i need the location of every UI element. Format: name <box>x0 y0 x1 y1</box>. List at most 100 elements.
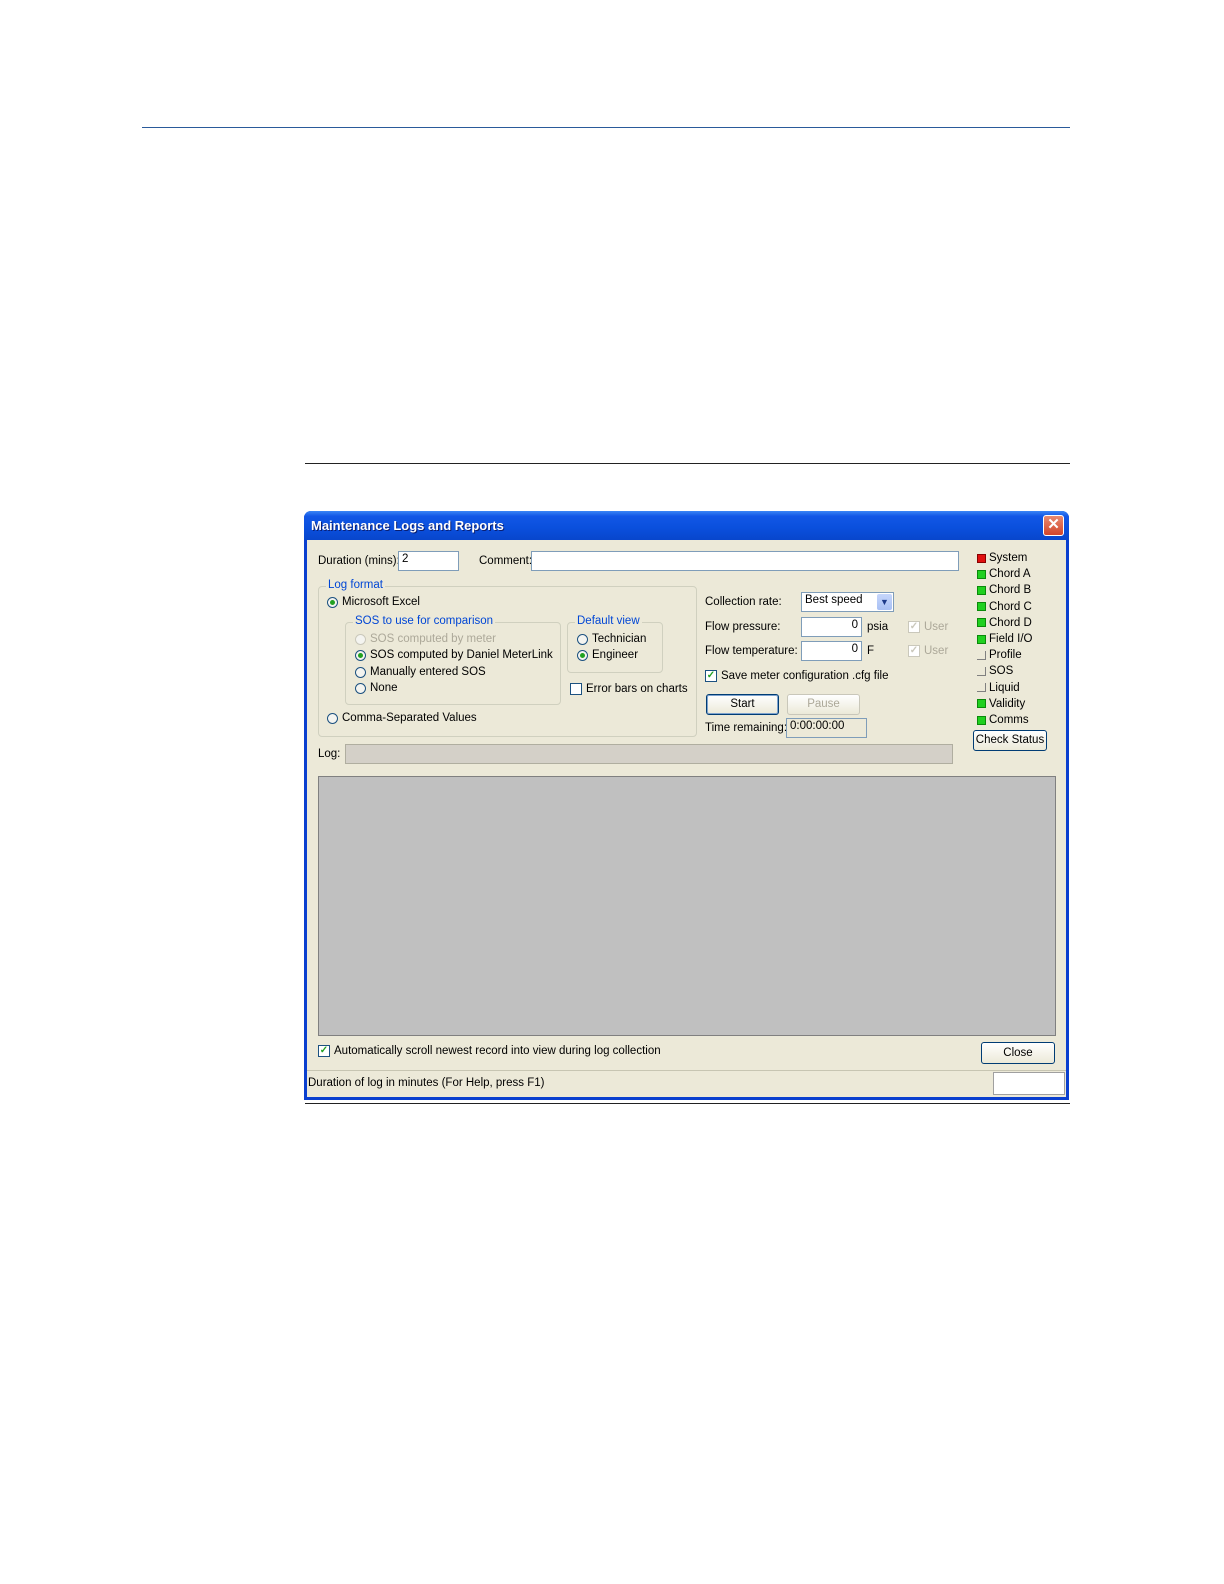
technician-label: Technician <box>592 633 647 645</box>
save-cfg-label: Save meter configuration .cfg file <box>721 670 889 682</box>
status-light-icon <box>977 683 986 693</box>
save-cfg-checkbox[interactable]: ✓ Save meter configuration .cfg file <box>705 670 888 682</box>
flow-temperature-input[interactable]: 0 <box>801 641 862 661</box>
header-rule <box>142 127 1070 128</box>
figure-top-rule <box>305 463 1070 464</box>
log-path-field <box>345 744 953 764</box>
chevron-down-icon[interactable]: ▼ <box>877 594 892 610</box>
status-indicator-label: Chord C <box>989 600 1032 613</box>
status-indicator-row: Chord B <box>977 584 1031 596</box>
check-status-button[interactable]: Check Status <box>973 730 1047 751</box>
radio-dot <box>355 649 366 661</box>
status-indicator-label: Profile <box>989 649 1022 662</box>
status-indicator-label: Validity <box>989 697 1026 710</box>
status-light-icon <box>977 569 986 579</box>
close-button[interactable]: Close <box>981 1042 1055 1064</box>
temperature-user-label: User <box>924 645 949 657</box>
sos-by-meterlink-radio[interactable]: SOS computed by Daniel MeterLink <box>355 649 553 661</box>
autoscroll-checkbox[interactable]: ✓ Automatically scroll newest record int… <box>318 1045 661 1057</box>
status-indicator-label: Chord D <box>989 616 1032 629</box>
engineer-label: Engineer <box>592 649 639 661</box>
radio-dot <box>355 633 366 645</box>
status-light-icon <box>977 650 986 660</box>
dialog-client-area: Duration (mins): 2 Comment: Log format M… <box>307 540 1066 1097</box>
status-indicator-row: Chord A <box>977 568 1031 580</box>
status-indicator-row: SOS <box>977 665 1013 677</box>
radio-dot <box>355 682 366 694</box>
error-bars-label: Error bars on charts <box>586 683 688 695</box>
default-view-legend: Default view <box>575 615 642 627</box>
duration-input[interactable]: 2 <box>398 551 459 571</box>
start-button[interactable]: Start <box>706 694 779 715</box>
flow-pressure-input[interactable]: 0 <box>801 617 862 637</box>
status-light-icon <box>977 634 986 644</box>
log-format-legend: Log format <box>326 579 385 591</box>
status-bar-text: Duration of log in minutes (For Help, pr… <box>308 1077 545 1089</box>
radio-dot <box>355 666 366 678</box>
pause-button[interactable]: Pause <box>787 694 860 715</box>
status-indicator-label: Liquid <box>989 681 1020 694</box>
checkbox-box: ✓ <box>908 621 920 633</box>
sos-by-meterlink-label: SOS computed by Daniel MeterLink <box>370 649 553 661</box>
microsoft-excel-radio[interactable]: Microsoft Excel <box>327 596 420 608</box>
status-indicator-label: System <box>989 552 1028 564</box>
status-light-icon <box>977 585 986 595</box>
status-indicator-row: Liquid <box>977 682 1020 694</box>
radio-dot <box>327 712 338 724</box>
error-bars-checkbox[interactable]: Error bars on charts <box>570 683 688 695</box>
collection-rate-label: Collection rate: <box>705 596 782 608</box>
time-remaining-field: 0:00:00:00 <box>786 718 867 738</box>
status-indicator-label: Chord B <box>989 584 1032 597</box>
technician-radio[interactable]: Technician <box>577 633 646 645</box>
status-indicator-row: Comms <box>977 714 1029 726</box>
status-indicator-row: Profile <box>977 649 1022 661</box>
manual-sos-label: Manually entered SOS <box>370 666 486 678</box>
comment-input[interactable] <box>531 551 959 571</box>
microsoft-excel-label: Microsoft Excel <box>342 596 420 608</box>
collection-rate-select[interactable]: Best speed ▼ <box>801 592 894 612</box>
manual-sos-radio[interactable]: Manually entered SOS <box>355 666 486 678</box>
radio-dot <box>327 596 338 608</box>
checkbox-box: ✓ <box>908 645 920 657</box>
figure-bottom-rule <box>305 1103 1070 1104</box>
flow-temperature-unit: F <box>867 645 875 657</box>
csv-radio[interactable]: Comma-Separated Values <box>327 712 477 724</box>
status-indicator-row: Chord C <box>977 601 1032 613</box>
status-light-icon <box>977 618 986 628</box>
status-indicator-label: Chord A <box>989 568 1031 581</box>
status-indicator-label: Comms <box>989 714 1029 726</box>
flow-pressure-unit: psia <box>867 621 889 633</box>
title-bar[interactable]: Maintenance Logs and Reports ✕ <box>304 511 1069 540</box>
maintenance-logs-window: Maintenance Logs and Reports ✕ Duration … <box>304 511 1069 1100</box>
comment-label: Comment: <box>479 555 533 567</box>
status-indicator-row: Field I/O <box>977 633 1032 645</box>
flow-pressure-label: Flow pressure: <box>705 621 781 633</box>
pressure-user-checkbox: ✓ User <box>908 621 948 633</box>
checkbox-box: ✓ <box>705 670 717 682</box>
time-remaining-label: Time remaining: <box>705 722 788 734</box>
duration-label: Duration (mins): <box>318 555 400 567</box>
status-bar-panel <box>993 1072 1065 1095</box>
status-light-icon <box>977 715 986 725</box>
status-indicator-label: SOS <box>989 665 1014 678</box>
checkbox-box <box>570 683 582 695</box>
status-light-icon <box>977 553 986 563</box>
sos-by-meter-radio: SOS computed by meter <box>355 633 496 645</box>
close-window-icon[interactable]: ✕ <box>1043 515 1064 536</box>
none-sos-label: None <box>370 682 398 694</box>
default-view-group: Default view <box>567 615 663 673</box>
flow-temperature-label: Flow temperature: <box>705 645 798 657</box>
status-light-icon <box>977 666 986 676</box>
none-sos-radio[interactable]: None <box>355 682 398 694</box>
temperature-user-checkbox: ✓ User <box>908 645 948 657</box>
autoscroll-label: Automatically scroll newest record into … <box>334 1045 661 1057</box>
engineer-radio[interactable]: Engineer <box>577 649 638 661</box>
pressure-user-label: User <box>924 621 949 633</box>
sos-comparison-legend: SOS to use for comparison <box>353 615 496 627</box>
window-title: Maintenance Logs and Reports <box>311 518 504 533</box>
log-records-area[interactable] <box>318 776 1056 1036</box>
status-indicator-row: Chord D <box>977 617 1032 629</box>
status-light-icon <box>977 699 986 709</box>
status-indicator-row: System <box>977 552 1027 564</box>
status-indicator-label: Field I/O <box>989 633 1033 645</box>
